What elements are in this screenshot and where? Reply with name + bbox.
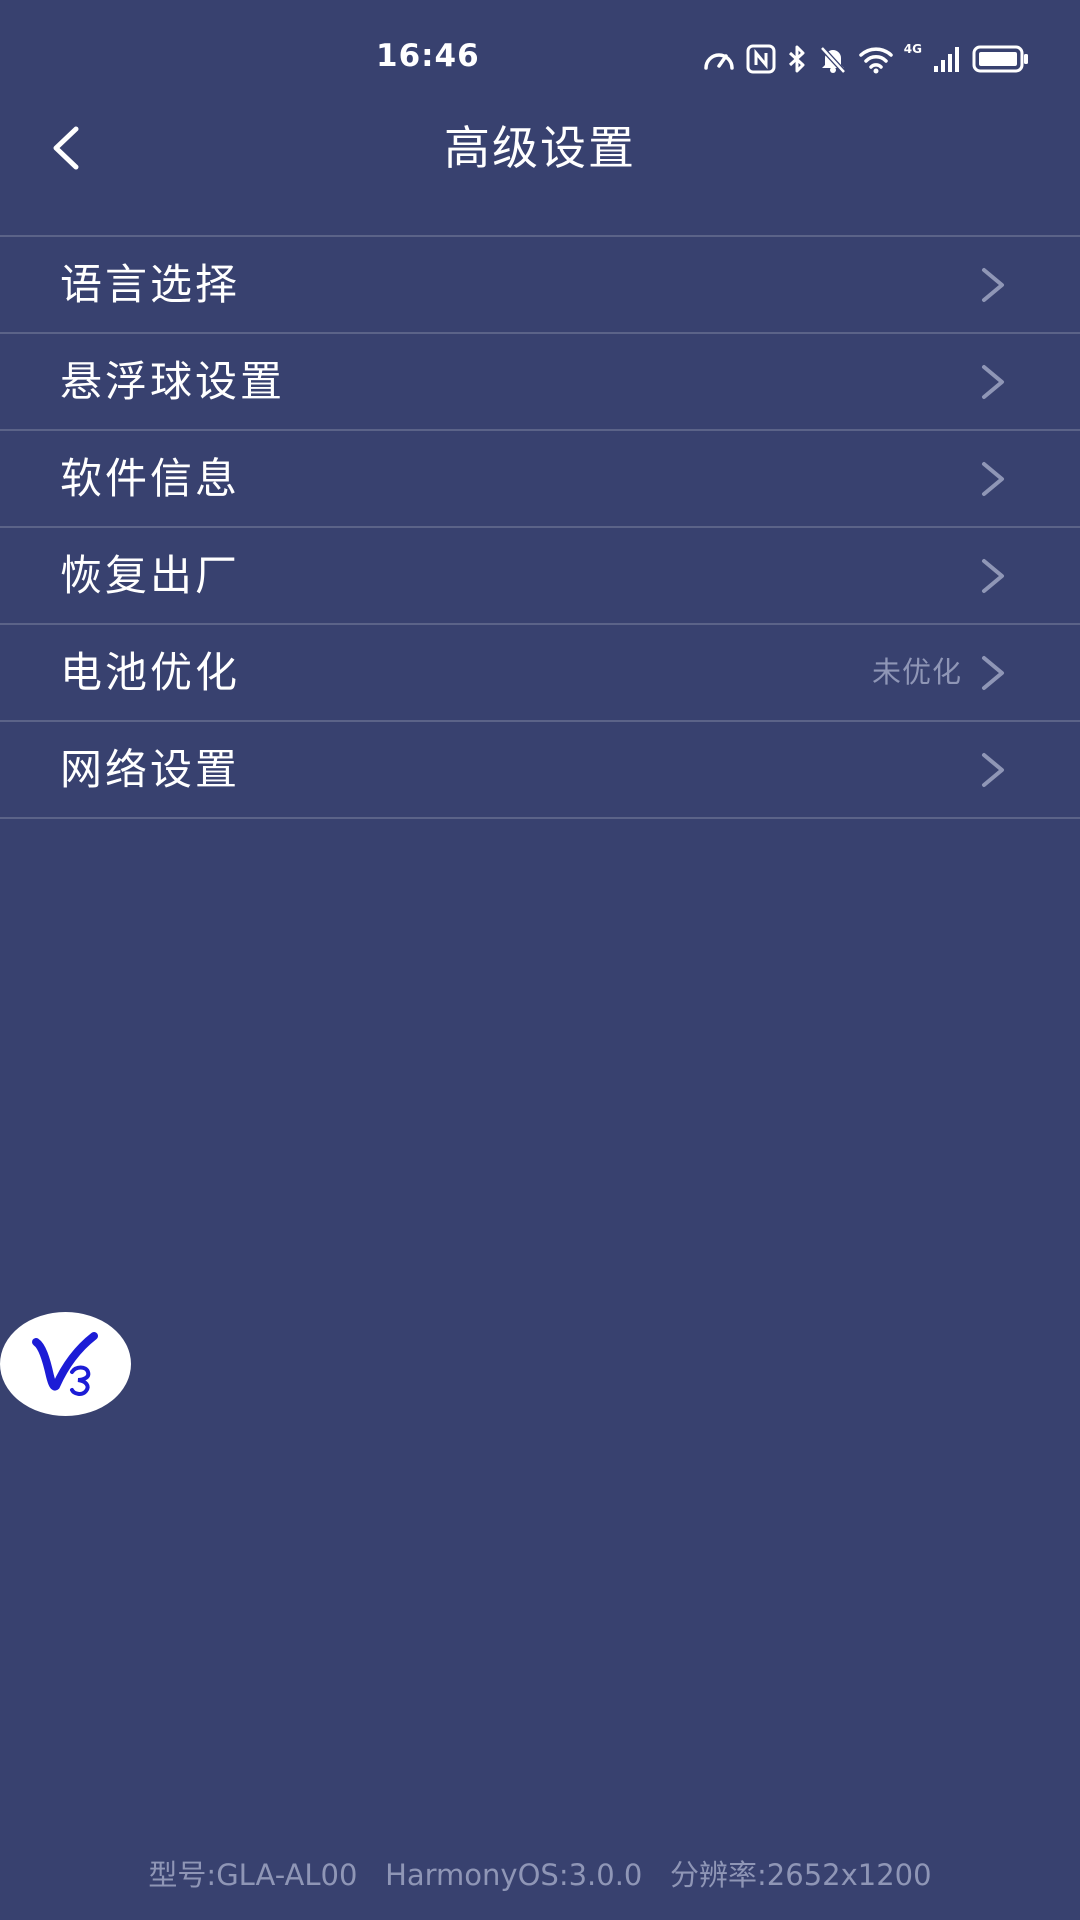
signal-icon — [932, 44, 962, 74]
status-icons: 4G — [702, 42, 1030, 76]
chevron-right-icon — [982, 462, 1004, 496]
settings-item-label: 语言选择 — [60, 260, 241, 309]
chevron-right-icon — [982, 268, 1004, 302]
page-title: 高级设置 — [444, 121, 636, 175]
settings-item-factory-reset[interactable]: 恢复出厂 — [0, 528, 1080, 625]
settings-item-battery-optimization[interactable]: 电池优化 未优化 — [0, 625, 1080, 722]
wifi-icon — [858, 44, 894, 74]
device-info-footer: 型号:GLA-AL00 HarmonyOS:3.0.0 分辨率:2652x120… — [148, 1858, 932, 1892]
settings-item-network[interactable]: 网络设置 — [0, 722, 1080, 819]
app-logo-icon — [31, 1332, 98, 1396]
settings-item-label: 网络设置 — [60, 745, 241, 794]
settings-item-label: 电池优化 — [60, 648, 241, 697]
settings-item-label: 悬浮球设置 — [60, 357, 286, 406]
chevron-right-icon — [982, 559, 1004, 593]
chevron-right-icon — [982, 365, 1004, 399]
bluetooth-icon — [786, 44, 808, 74]
status-time: 16:46 — [376, 38, 480, 74]
floating-ball-button[interactable] — [0, 1312, 131, 1416]
app-root: 16:46 4G 高级设置 语言选择 悬浮球设置 软件信息 恢复出厂 电池优化 … — [0, 0, 1080, 1920]
settings-item-label: 恢复出厂 — [60, 551, 241, 600]
battery-optimization-status: 未优化 — [871, 655, 962, 689]
chevron-right-icon — [982, 753, 1004, 787]
settings-list: 语言选择 悬浮球设置 软件信息 恢复出厂 电池优化 未优化 网络设置 — [0, 235, 1080, 819]
settings-item-software-info[interactable]: 软件信息 — [0, 431, 1080, 528]
settings-item-floating-ball[interactable]: 悬浮球设置 — [0, 334, 1080, 431]
bell-off-icon — [818, 44, 848, 74]
app-header: 高级设置 — [0, 118, 1080, 236]
battery-icon — [972, 44, 1030, 74]
status-bar: 16:46 4G — [0, 0, 1080, 118]
settings-item-language[interactable]: 语言选择 — [0, 237, 1080, 334]
settings-item-label: 软件信息 — [60, 454, 241, 503]
network-type-label: 4G — [903, 42, 922, 56]
chevron-right-icon — [982, 656, 1004, 690]
nfc-icon — [746, 44, 776, 74]
speedometer-icon — [702, 44, 736, 74]
